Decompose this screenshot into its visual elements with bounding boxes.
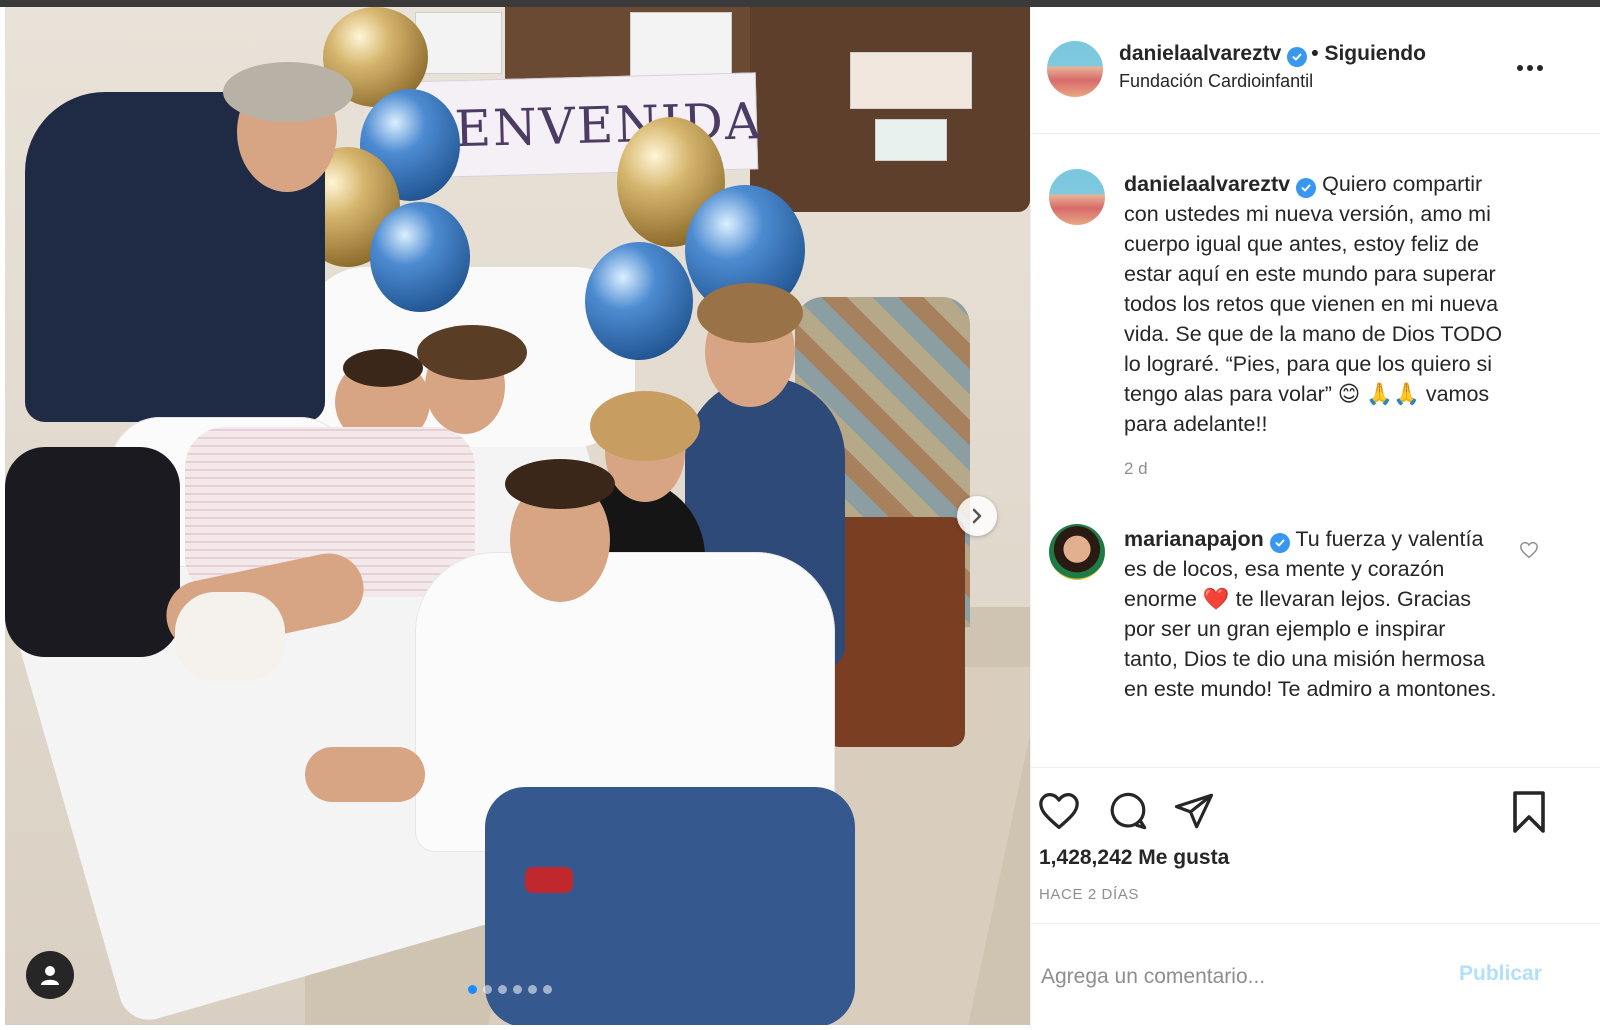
oxygen-outlet (875, 119, 947, 161)
verified-icon (1269, 533, 1290, 553)
comment-input[interactable] (1039, 956, 1453, 998)
caption-avatar[interactable] (1049, 169, 1105, 225)
bookmark-icon (1513, 791, 1545, 833)
post-actions: 1,428,242 Me gusta HACE 2 DÍAS (1031, 767, 1600, 924)
caption-username[interactable]: danielaalvareztv (1124, 172, 1290, 196)
publish-button[interactable]: Publicar (1459, 962, 1542, 986)
user-tag-icon (41, 966, 59, 985)
verified-icon (1296, 178, 1317, 198)
post-side-panel: danielaalvareztv • Siguiendo Fundación Ca… (1030, 7, 1600, 1029)
young-man-hand (305, 747, 425, 802)
carousel-dot (513, 985, 522, 994)
brother-pants (5, 447, 180, 657)
post-date[interactable]: HACE 2 DÍAS (1039, 886, 1139, 903)
chevron-right-icon (972, 508, 982, 524)
mother-hair (697, 283, 803, 343)
carousel-dot (498, 985, 507, 994)
patient-hair (417, 325, 527, 380)
caption-text-wrap: danielaalvareztv Quiero compartir con us… (1124, 169, 1504, 439)
comment-icon (1110, 792, 1147, 830)
sister-hair (590, 391, 700, 461)
next-photo-button[interactable] (957, 496, 997, 536)
post-location[interactable]: Fundación Cardioinfantil (1119, 71, 1313, 92)
carousel-indicator (468, 985, 552, 994)
carousel-dot (528, 985, 537, 994)
blue-balloon (585, 242, 693, 360)
add-comment-bar: Publicar (1031, 923, 1600, 1030)
tagged-users-button[interactable] (26, 951, 74, 999)
carousel-dot (468, 985, 477, 994)
comment-text-wrap: marianapajon Tu fuerza y valentía es de … (1124, 524, 1504, 704)
share-button[interactable] (1173, 790, 1215, 837)
brother-hair (343, 349, 423, 387)
like-comment-button[interactable] (1519, 541, 1539, 564)
commenter-avatar[interactable] (1049, 524, 1105, 580)
blue-balloon (370, 202, 470, 312)
headwall-panel (750, 7, 1030, 212)
leg-bandage (175, 592, 285, 682)
author-username[interactable]: danielaalvareztv (1119, 42, 1281, 65)
heart-icon (1039, 793, 1079, 829)
like-count[interactable]: 1,428,242 Me gusta (1039, 846, 1229, 870)
wall-notice (415, 12, 502, 74)
father-hair (223, 62, 353, 122)
follow-status-button[interactable]: • Siguiendo (1311, 42, 1426, 65)
post-photo[interactable]: BIENVENIDA (5, 7, 1030, 1025)
red-face-mask (525, 867, 573, 893)
carousel-dot (543, 985, 552, 994)
outlet-panel (850, 52, 972, 109)
author-avatar[interactable] (1047, 41, 1103, 97)
comment-text: Tu fuerza y valentía es de locos, esa me… (1124, 527, 1497, 701)
more-options-button[interactable] (1515, 59, 1545, 73)
share-icon (1174, 793, 1214, 829)
commenter-username[interactable]: marianapajon (1124, 527, 1264, 551)
verified-icon (1287, 47, 1308, 67)
heart-icon (1520, 541, 1538, 559)
header-name-row: danielaalvareztv • Siguiendo (1119, 42, 1426, 67)
like-button[interactable] (1037, 791, 1081, 836)
caption-timestamp[interactable]: 2 d (1124, 459, 1148, 479)
post-header: danielaalvareztv • Siguiendo Fundación Ca… (1031, 7, 1600, 134)
armchair-arm (825, 517, 965, 747)
top-strip (0, 0, 1600, 7)
comment-button[interactable] (1107, 790, 1149, 837)
young-man-hair (505, 459, 615, 509)
carousel-dot (483, 985, 492, 994)
caption-text: Quiero compartir con ustedes mi nueva ve… (1124, 172, 1503, 436)
more-icon (1517, 65, 1543, 71)
save-button[interactable] (1509, 790, 1549, 839)
